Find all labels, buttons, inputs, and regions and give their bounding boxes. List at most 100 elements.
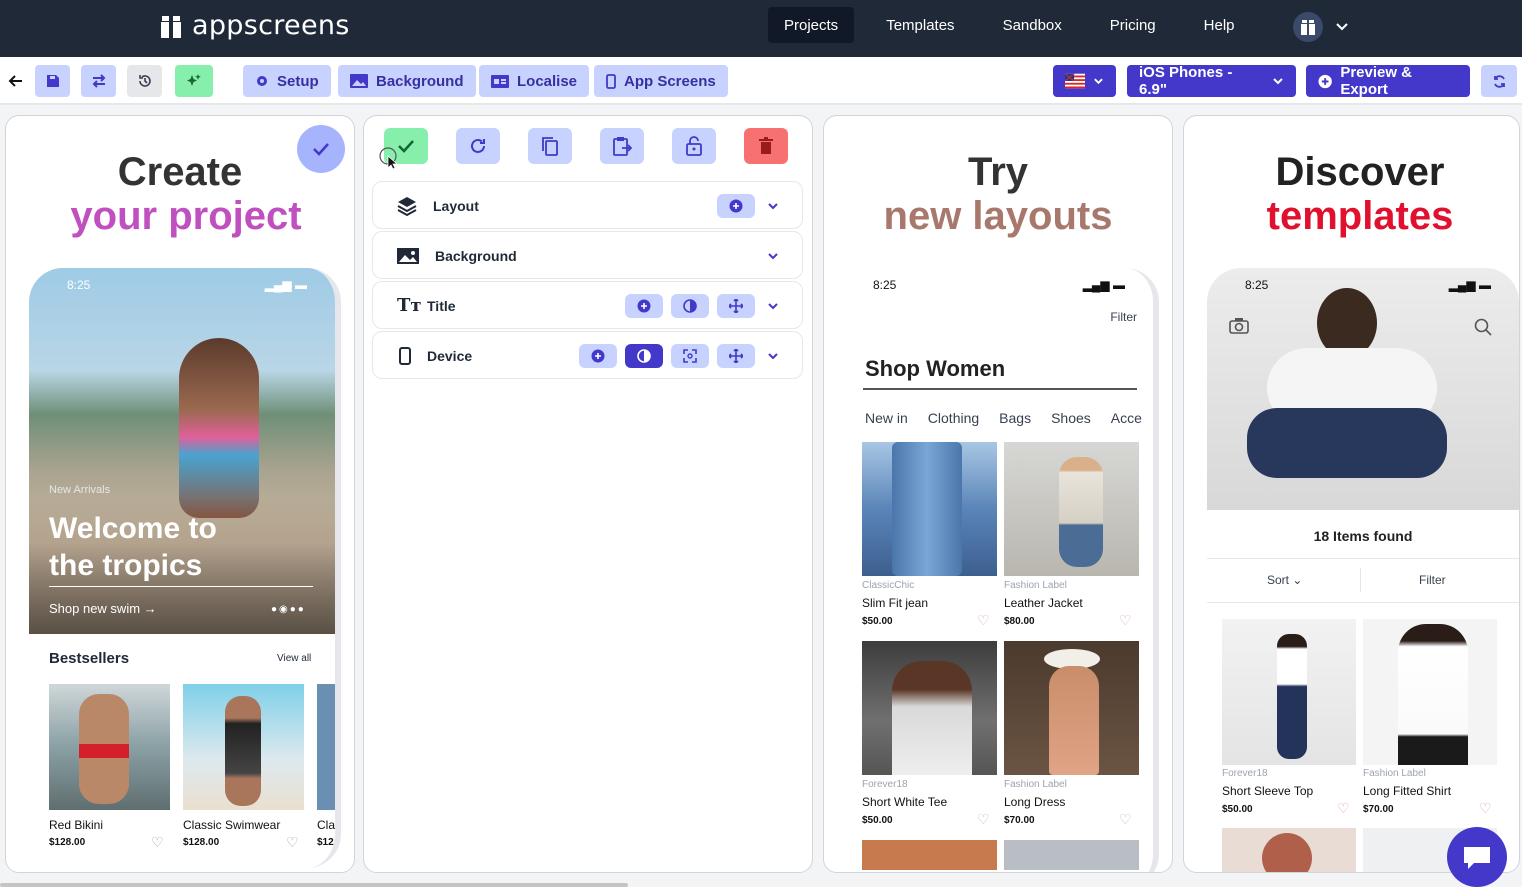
nav-projects[interactable]: Projects (768, 7, 855, 43)
screen-card-3[interactable]: Discover templates 8:25 ▂▄▆ ▬ 18 Items fo… (1183, 115, 1520, 873)
product-image-classic-swimwear[interactable] (183, 684, 304, 810)
carousel-dots[interactable]: ●◉●● (271, 604, 306, 615)
refresh-button[interactable] (1481, 65, 1517, 97)
chevron-down-icon[interactable] (766, 299, 780, 313)
heart-icon[interactable]: ♡ (1119, 811, 1132, 828)
section-layout[interactable]: Layout (372, 181, 803, 229)
section-label: Title (427, 298, 456, 314)
back-icon[interactable] (8, 73, 24, 89)
rotate-button[interactable] (456, 128, 500, 164)
category-tab[interactable]: New in (865, 410, 908, 426)
status-time: 8:25 (67, 278, 91, 292)
heart-icon[interactable]: ♡ (977, 811, 990, 828)
product-image-tee[interactable] (862, 641, 997, 775)
product-image-3[interactable] (1222, 828, 1356, 872)
product-image-short-sleeve[interactable] (1222, 619, 1356, 765)
delete-button[interactable] (744, 128, 788, 164)
phone-icon (399, 347, 411, 365)
nav-sandbox[interactable]: Sandbox (987, 7, 1078, 43)
screen3-title-line1: Discover (1275, 150, 1445, 194)
product-image-jacket[interactable] (1004, 442, 1139, 576)
setup-button[interactable]: Setup (243, 65, 331, 97)
product-price: $50.00 (862, 616, 893, 627)
filter-button[interactable]: Filter (1419, 573, 1446, 587)
move-button[interactable] (717, 344, 755, 368)
main-nav: Projects Templates Sandbox Pricing Help (768, 7, 1267, 43)
product-image-3[interactable] (317, 684, 335, 810)
device-select[interactable]: iOS Phones - 6.9" (1127, 64, 1296, 98)
heart-icon[interactable]: ♡ (151, 834, 164, 851)
select-check-button[interactable] (297, 125, 345, 173)
chevron-down-icon[interactable] (766, 199, 780, 213)
add-button[interactable] (625, 294, 663, 318)
plus-circle-icon (591, 349, 605, 363)
bestsellers-title: Bestsellers (49, 650, 130, 667)
hero-cta[interactable]: Shop new swim → (49, 601, 157, 616)
chat-icon (1464, 847, 1490, 869)
screen1-title-line2: your project (70, 194, 302, 238)
product-image-dress[interactable] (1004, 641, 1139, 775)
app-screens-button[interactable]: App Screens (594, 65, 728, 97)
ai-magic-button[interactable] (175, 65, 213, 97)
language-select[interactable] (1053, 65, 1116, 97)
category-tab[interactable]: Shoes (1051, 410, 1091, 426)
product-image-jean[interactable] (862, 442, 997, 576)
screens-canvas: Create your project 8:25 ▂▄▆ ▬ New Arriva… (0, 107, 1522, 887)
history-button[interactable] (127, 65, 162, 97)
filter-link[interactable]: Filter (1110, 310, 1137, 324)
image-icon (350, 74, 368, 88)
heart-icon[interactable]: ♡ (1479, 800, 1492, 817)
category-tab[interactable]: Clothing (928, 410, 979, 426)
section-background[interactable]: Background (372, 231, 803, 279)
history-icon (138, 75, 151, 87)
search-icon[interactable] (1474, 318, 1492, 336)
screen2-title-line1: Try (967, 150, 1029, 194)
style-button[interactable] (625, 344, 663, 368)
section-title[interactable]: Tт Title (372, 281, 803, 329)
style-button[interactable] (671, 294, 709, 318)
swap-button[interactable] (81, 65, 116, 97)
product-brand: ClassicChic (862, 580, 915, 591)
horizontal-scrollbar[interactable] (0, 883, 628, 887)
section-device[interactable]: Device (372, 331, 803, 379)
add-button[interactable] (717, 194, 755, 218)
add-button[interactable] (579, 344, 617, 368)
preview-export-button[interactable]: Preview & Export (1306, 64, 1470, 98)
chevron-down-icon[interactable] (1334, 18, 1350, 34)
heart-icon[interactable]: ♡ (286, 834, 299, 851)
heart-icon[interactable]: ♡ (1119, 612, 1132, 629)
camera-icon[interactable] (1229, 318, 1249, 334)
lock-button[interactable] (672, 128, 716, 164)
user-avatar[interactable] (1293, 12, 1323, 42)
phone-mockup-2: 8:25 ▂▄▆ ▬ Filter Shop Women New in Cloth… (847, 268, 1159, 872)
screen-card-1[interactable]: Create your project 8:25 ▂▄▆ ▬ New Arriva… (5, 115, 355, 873)
product-image-6[interactable] (1004, 840, 1139, 870)
screen-card-2[interactable]: Try new layouts 8:25 ▂▄▆ ▬ Filter Shop Wo… (823, 115, 1173, 873)
background-button[interactable]: Background (338, 65, 476, 97)
move-button[interactable] (717, 294, 755, 318)
heart-icon[interactable]: ♡ (1337, 800, 1350, 817)
view-all-link[interactable]: View all (277, 653, 311, 664)
chat-button[interactable] (1447, 827, 1507, 887)
copy-icon (542, 137, 558, 156)
chevron-down-icon[interactable] (766, 249, 780, 263)
product-image-5[interactable] (862, 840, 997, 870)
product-image-red-bikini[interactable] (49, 684, 170, 810)
expand-button[interactable] (671, 344, 709, 368)
nav-pricing[interactable]: Pricing (1094, 7, 1172, 43)
category-tab[interactable]: Bags (999, 410, 1031, 426)
product-image-long-shirt[interactable] (1363, 619, 1497, 765)
nav-help[interactable]: Help (1188, 7, 1251, 43)
category-tab[interactable]: Acce (1111, 410, 1142, 426)
save-button[interactable] (35, 65, 70, 97)
section-label: Layout (433, 198, 479, 214)
paste-button[interactable] (600, 128, 644, 164)
heart-icon[interactable]: ♡ (977, 612, 990, 629)
nav-templates[interactable]: Templates (870, 7, 970, 43)
brand-logo[interactable]: appscreens (160, 10, 350, 41)
copy-button[interactable] (528, 128, 572, 164)
sort-dropdown[interactable]: Sort ⌄ (1267, 573, 1302, 587)
chevron-down-icon[interactable] (766, 349, 780, 363)
localise-button[interactable]: Localise (479, 65, 590, 97)
image-icon (397, 248, 419, 264)
